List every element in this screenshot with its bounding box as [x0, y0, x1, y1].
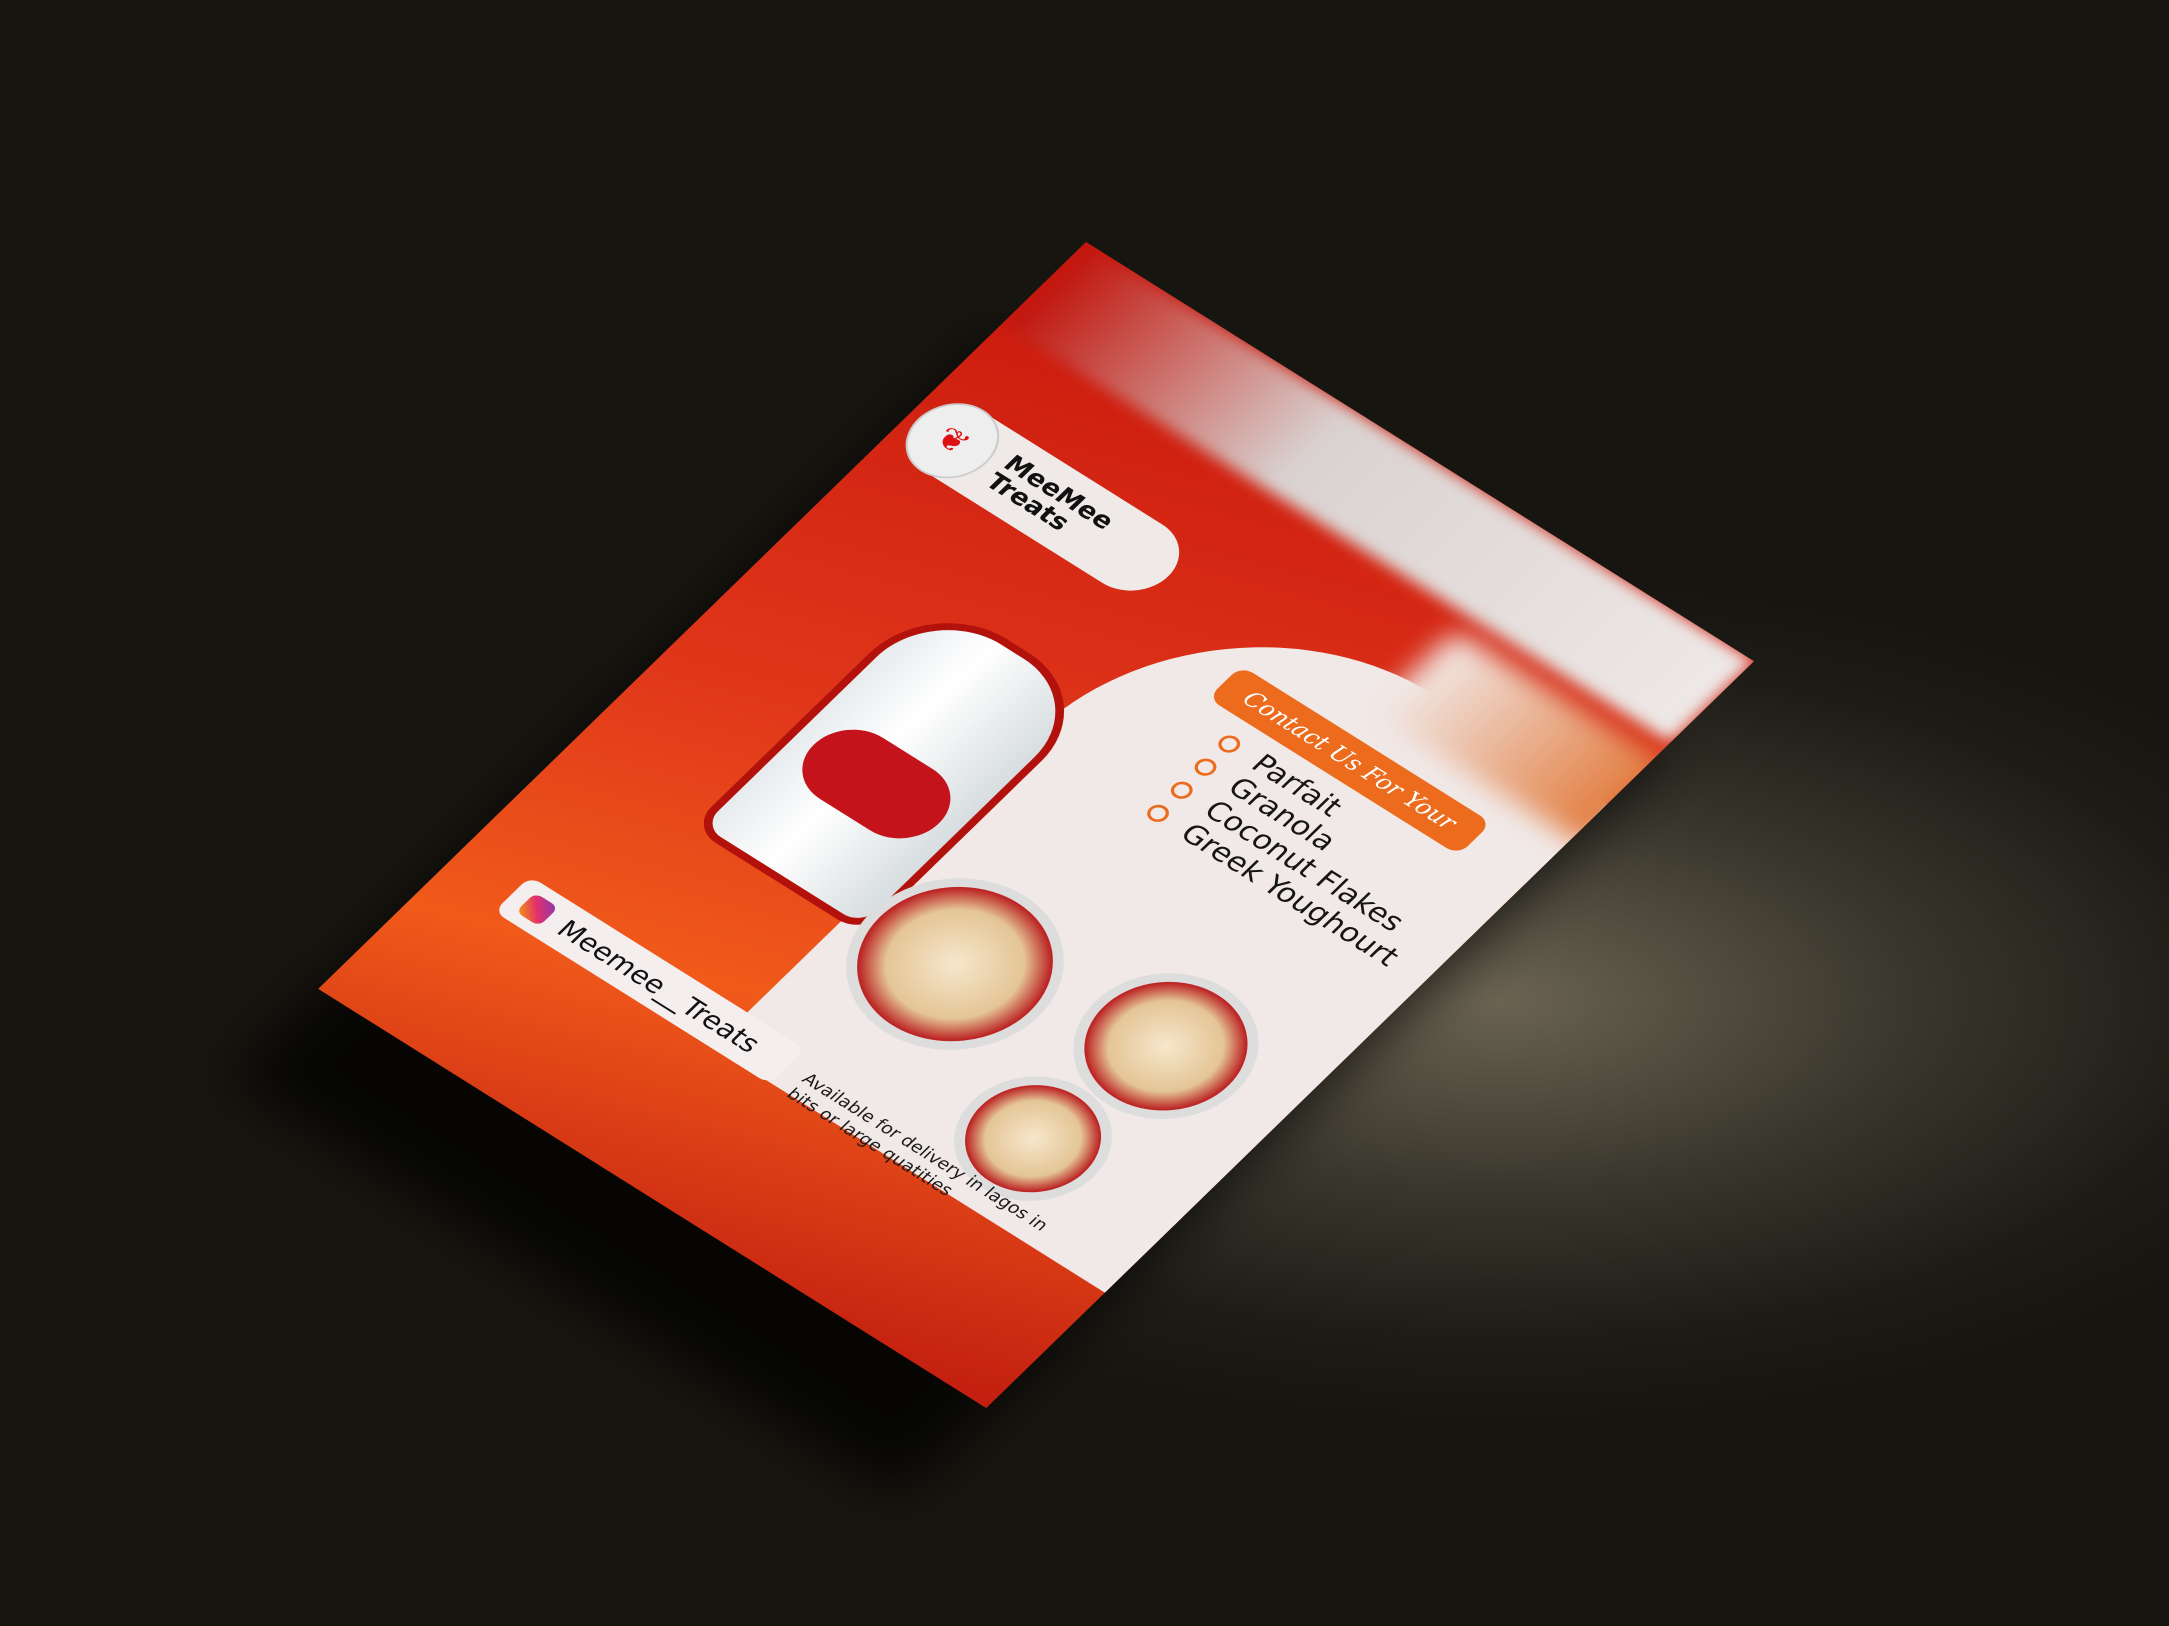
instagram-handle-text: Meemee__Treats — [550, 914, 768, 1059]
cup-label — [782, 714, 971, 854]
instagram-icon — [515, 892, 559, 927]
instagram-handle: Meemee__Treats — [493, 876, 806, 1085]
brand-logo: ❦ MeeMee Treats — [886, 388, 1199, 606]
brand-name: MeeMee Treats — [978, 450, 1121, 537]
